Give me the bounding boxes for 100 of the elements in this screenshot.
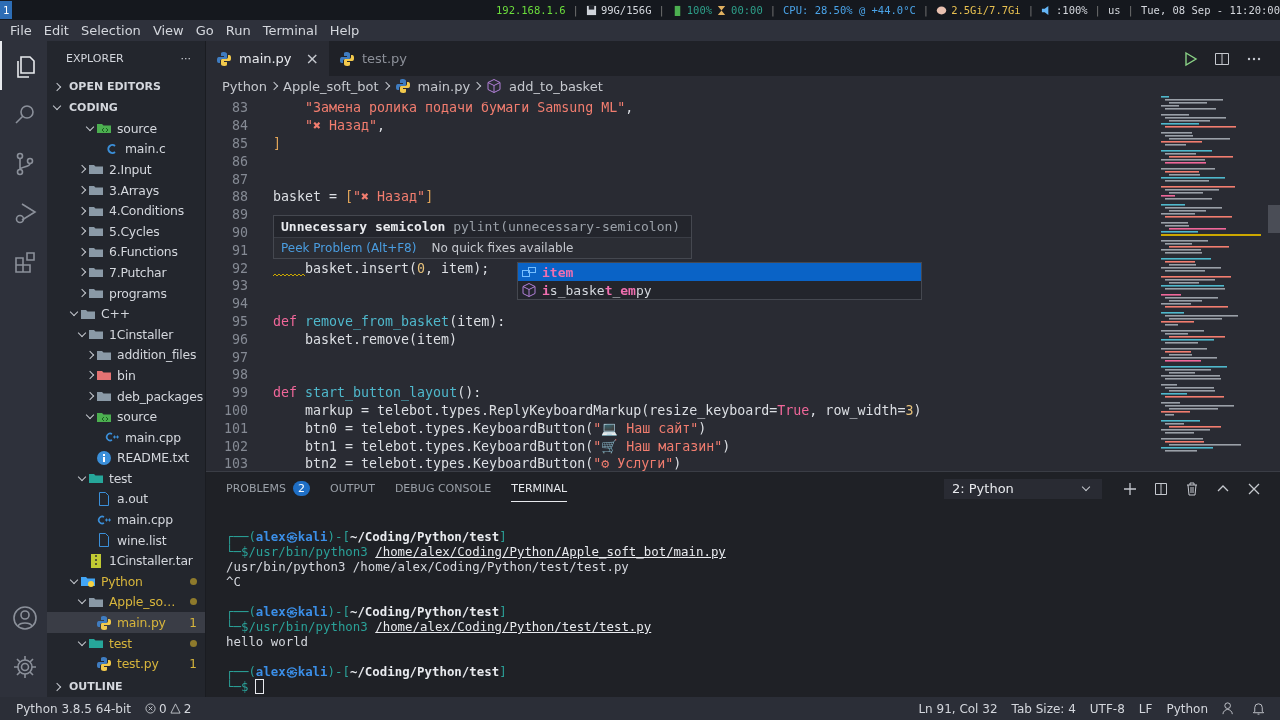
tree-item[interactable]: C++ (47, 303, 205, 324)
tree-item[interactable]: a.out (47, 488, 205, 510)
line-number: 93 (231, 278, 249, 294)
section-header[interactable]: CODING (47, 97, 205, 118)
menu-item[interactable]: View (146, 23, 190, 38)
tree-item[interactable]: bin (47, 365, 205, 386)
hover-source: pylint(unnecessary-semicolon) (453, 219, 681, 234)
tree-item[interactable]: 4.Conditions (47, 200, 205, 221)
workspace-button[interactable]: 1 (0, 1, 13, 19)
menu-item[interactable]: Terminal (256, 23, 324, 38)
tree-item[interactable]: test (47, 632, 205, 654)
bell-icon[interactable] (1251, 701, 1266, 716)
tree-item[interactable]: 6.Functions (47, 241, 205, 263)
tree-item[interactable]: programs (47, 282, 205, 304)
suggestion-item[interactable]: is_basket_empy (518, 281, 921, 299)
breadcrumb[interactable]: Apple_soft_bot (283, 78, 379, 94)
breadcrumb[interactable]: add_to_basket (509, 78, 603, 94)
tree-item[interactable]: 1Cinstaller.tar (47, 550, 205, 572)
code-line: btn2 = telebot.types.KeyboardButton("⚙ Услуги") (305, 456, 682, 471)
editor-tab[interactable]: main.py × (206, 41, 329, 76)
scrollbar-thumb[interactable] (1268, 205, 1280, 233)
panel-tab[interactable]: OUTPUT (330, 475, 375, 502)
separator: | (922, 4, 930, 16)
tree-item[interactable]: test.py 1 (47, 653, 205, 675)
code-line: ] (273, 136, 281, 151)
account-icon[interactable] (11, 604, 38, 631)
cursor-position[interactable]: Ln 91, Col 32 (918, 701, 998, 716)
peek-problem-link[interactable]: Peek Problem (Alt+F8) (281, 241, 417, 255)
split-terminal-icon[interactable] (1153, 480, 1169, 497)
menu-item[interactable]: Help (323, 23, 366, 38)
cube-icon (521, 282, 537, 298)
language-mode[interactable]: Python (1166, 701, 1208, 716)
tree-item[interactable]: source (47, 406, 205, 427)
terminal-line: ┌──(alex㉿kali)-[~/Coding/Python/test] (226, 529, 508, 544)
terminal-line: ┌──(alex㉿kali)-[~/Coding/Python/test] (226, 604, 508, 619)
line-number: 85 (231, 136, 249, 151)
line-number: 88 (231, 189, 249, 205)
encoding[interactable]: UTF-8 (1089, 701, 1125, 716)
panel-tab[interactable]: TERMINAL (511, 475, 568, 502)
split-editor-icon[interactable] (1214, 50, 1230, 67)
tree-item[interactable]: 3.Arrays (47, 179, 205, 201)
menu-item[interactable]: Run (219, 23, 257, 38)
close-icon[interactable]: × (305, 49, 319, 68)
tree-item[interactable]: Apple_so… (47, 591, 205, 613)
tree-item[interactable]: wine.list (47, 529, 205, 551)
cpu-usage: CPU: 28.50% @ +44.0°C (783, 4, 916, 16)
menu-item[interactable]: Edit (37, 23, 75, 38)
warning-count[interactable]: 2 (183, 701, 192, 716)
tree-item[interactable]: deb_packages (47, 385, 205, 407)
terminal-line: ^C (226, 574, 242, 589)
line-number: 96 (231, 331, 249, 347)
run-icon[interactable] (1182, 50, 1198, 67)
menu-item[interactable]: Selection (74, 23, 147, 38)
tree-item[interactable]: 5.Cycles (47, 220, 205, 242)
error-count[interactable]: 0 (159, 701, 167, 716)
variable-icon (521, 264, 537, 280)
editor-tab[interactable]: test.py (328, 41, 444, 76)
cube-icon (486, 78, 503, 94)
tree-item[interactable]: Python (47, 571, 205, 592)
more-button[interactable]: ··· (180, 52, 191, 65)
interpreter-selector[interactable]: Python 3.8.5 64-bit (16, 701, 131, 716)
line-number: 95 (231, 313, 249, 329)
terminal-line: /usr/bin/python3 /home/alex/Coding/Python/test/test.py (226, 559, 630, 574)
tree-item[interactable]: addition_files (47, 344, 205, 366)
tree-item[interactable]: 2.Input (47, 159, 205, 180)
terminal-dropdown[interactable]: 2: Python (944, 478, 1102, 499)
tree-item[interactable]: main.cpp (47, 509, 205, 530)
tab-size[interactable]: Tab Size: 4 (1011, 701, 1076, 716)
code-line: "Замена ролика подачи бумаги Samsung ML", (305, 100, 634, 116)
timer: 00:00 (731, 4, 763, 16)
tree-item[interactable]: 7.Putchar (47, 262, 205, 283)
terminal-line: hello world (226, 634, 310, 649)
code-line: "✖ Назад", (305, 118, 386, 134)
breadcrumb[interactable]: main.py (417, 78, 471, 94)
menu-item[interactable]: File (4, 23, 38, 38)
line-ending[interactable]: LF (1138, 701, 1153, 716)
line-number: 90 (231, 224, 249, 240)
line-number: 103 (222, 456, 249, 471)
breadcrumb[interactable]: Python (222, 78, 268, 94)
line-number: 100 (222, 402, 249, 418)
code-line: markup = telebot.types.ReplyKeyboardMarkup(resize_keyboard=True, row_width=3) (305, 402, 922, 418)
tree-item[interactable]: main.cpp (47, 426, 205, 448)
file-icon (96, 491, 112, 507)
tree-item[interactable]: README.txt (47, 447, 205, 469)
terminal-line: └─$/usr/bin/python3 /home/alex/Coding/Python/Apple_soft_bot/main.py (226, 544, 726, 559)
tree-item[interactable]: source (47, 118, 205, 139)
line-number: 92 (231, 260, 249, 276)
tree-item[interactable]: main.py 1 (47, 612, 205, 633)
tree-item[interactable]: 1Cinstaller (47, 323, 205, 345)
add-icon[interactable] (1122, 480, 1138, 497)
tree-item[interactable]: test (47, 468, 205, 489)
panel-tab[interactable]: PROBLEMS 2 (226, 474, 311, 503)
line-number: 91 (231, 242, 249, 258)
panel-tab[interactable]: DEBUG CONSOLE (394, 475, 492, 502)
section-header[interactable]: OPEN EDITORS (47, 76, 205, 97)
trash-icon[interactable] (1184, 480, 1200, 497)
section-header[interactable]: OUTLINE (47, 676, 205, 697)
menu-item[interactable]: Go (189, 23, 220, 38)
settings-icon[interactable] (11, 653, 38, 680)
tree-item[interactable]: main.c (47, 138, 205, 160)
